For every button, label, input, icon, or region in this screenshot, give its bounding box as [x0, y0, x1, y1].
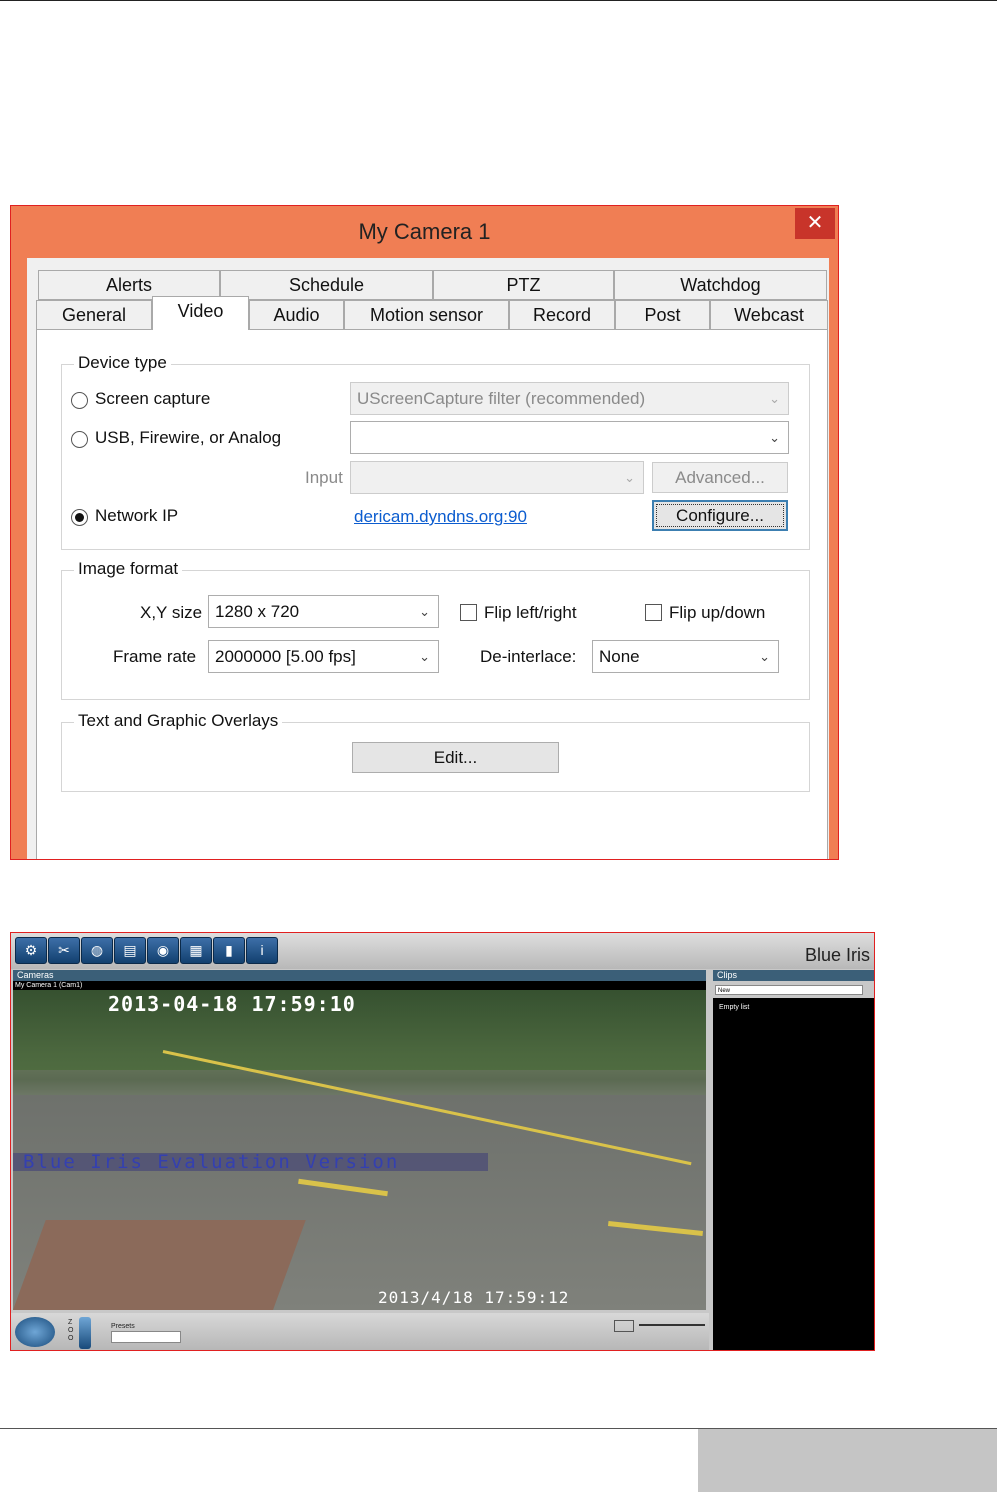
device-type-legend: Device type [74, 353, 171, 373]
tab-webcast[interactable]: Webcast [710, 300, 828, 330]
overlays-legend: Text and Graphic Overlays [74, 711, 283, 731]
chevron-down-icon: ⌄ [769, 391, 780, 406]
edit-overlays-button[interactable]: Edit... [352, 742, 559, 773]
tab-watchdog[interactable]: Watchdog [614, 270, 827, 300]
tab-post[interactable]: Post [615, 300, 710, 330]
configure-button[interactable]: Configure... [652, 500, 788, 531]
xy-size-label: X,Y size [140, 603, 203, 622]
video-tab-panel: Device type Screen capture UScreenCaptur… [36, 329, 828, 859]
traffic-light-icon[interactable]: ▮ [213, 937, 245, 964]
tab-motion-sensor[interactable]: Motion sensor [344, 300, 509, 330]
blue-iris-logo: Blue Iris [804, 945, 870, 965]
input-label: Input [305, 468, 343, 487]
close-button[interactable]: ✕ [795, 208, 835, 239]
flip-up-down-checkbox[interactable] [645, 604, 662, 621]
tab-ptz[interactable]: PTZ [433, 270, 614, 300]
clips-list[interactable]: Empty list [713, 998, 874, 1350]
network-ip-address-link[interactable]: dericam.dyndns.org:90 [354, 507, 527, 527]
screen-capture-filter-select[interactable]: UScreenCapture filter (recommended) ⌄ [350, 382, 789, 415]
network-ip-label: Network IP [95, 506, 179, 525]
ptz-control-bar: ZOO Presets [11, 1313, 709, 1350]
gear-icon[interactable]: ⚙ [15, 937, 47, 964]
globe-icon[interactable]: ◍ [81, 937, 113, 964]
main-toolbar: ⚙ ✂ ◍ ▤ ◉ ▦ ▮ i Blue Iris [11, 933, 874, 969]
input-select[interactable]: ⌄ [350, 461, 644, 494]
tab-schedule[interactable]: Schedule [220, 270, 433, 300]
tab-video[interactable]: Video [152, 296, 249, 330]
info-icon[interactable]: i [246, 937, 278, 964]
cameras-header: Cameras [13, 970, 706, 981]
tab-general[interactable]: General [36, 300, 152, 330]
tab-audio[interactable]: Audio [249, 300, 344, 330]
camera-label: My Camera 1 (Cam1) [13, 981, 706, 990]
dialog-title: My Camera 1 [358, 219, 491, 244]
chevron-down-icon: ⌄ [769, 430, 780, 445]
zoom-icon[interactable]: ZOO [68, 1319, 76, 1346]
presets-label: Presets [111, 1323, 135, 1330]
overlays-group: Text and Graphic Overlays Edit... [61, 711, 810, 792]
xy-size-select[interactable]: 1280 x 720 ⌄ [208, 595, 439, 628]
presets-select[interactable] [111, 1331, 181, 1343]
device-type-group: Device type Screen capture UScreenCaptur… [61, 353, 810, 550]
timestamp-overlay-bottom: 2013/4/18 17:59:12 [378, 1288, 570, 1307]
video-sidewalk [13, 1220, 306, 1310]
usb-firewire-analog-label: USB, Firewire, or Analog [95, 428, 282, 447]
film-icon[interactable]: ▦ [180, 937, 212, 964]
clips-header: Clips [713, 970, 874, 981]
frame-rate-label: Frame rate [113, 647, 197, 666]
image-format-group: Image format X,Y size 1280 x 720 ⌄ Flip l… [61, 559, 810, 700]
layout-grid-icon[interactable] [614, 1320, 634, 1332]
evaluation-watermark: Blue Iris Evaluation Version [13, 1153, 488, 1172]
advanced-button[interactable]: Advanced... [652, 462, 788, 493]
volume-slider[interactable] [639, 1324, 705, 1326]
footer-box [698, 1429, 997, 1492]
de-interlace-label: De-interlace: [480, 647, 577, 666]
stats-icon[interactable]: ▤ [114, 937, 146, 964]
camera-video-feed[interactable]: 2013-04-18 17:59:10 Blue Iris Evaluation… [13, 990, 706, 1310]
de-interlace-select[interactable]: None ⌄ [592, 640, 779, 673]
screen-capture-radio[interactable] [71, 392, 88, 409]
zoom-slider[interactable] [79, 1317, 91, 1349]
chevron-down-icon: ⌄ [759, 649, 770, 664]
tools-icon[interactable]: ✂ [48, 937, 80, 964]
flip-up-down-label: Flip up/down [669, 603, 766, 622]
network-ip-radio[interactable] [71, 509, 88, 526]
usb-device-select[interactable]: ⌄ [350, 421, 789, 454]
flip-left-right-label: Flip left/right [484, 603, 577, 622]
ptz-direction-icon[interactable] [15, 1317, 55, 1347]
camera-properties-dialog: My Camera 1 ✕ Alerts Schedule PTZ Watchd… [10, 205, 839, 860]
chevron-down-icon: ⌄ [624, 470, 635, 485]
clips-filter-select[interactable]: New [715, 985, 863, 995]
flip-left-right-checkbox[interactable] [460, 604, 477, 621]
frame-rate-select[interactable]: 2000000 [5.00 fps] ⌄ [208, 640, 439, 673]
tab-record[interactable]: Record [509, 300, 615, 330]
camera-icon[interactable]: ◉ [147, 937, 179, 964]
blue-iris-window: ⚙ ✂ ◍ ▤ ◉ ▦ ▮ i Blue Iris Cameras My Cam… [10, 932, 875, 1351]
image-format-legend: Image format [74, 559, 183, 579]
timestamp-overlay-top: 2013-04-18 17:59:10 [108, 992, 356, 1016]
usb-firewire-analog-radio[interactable] [71, 431, 88, 448]
page-top-rule [0, 0, 997, 1]
clips-empty-text: Empty list [719, 1004, 750, 1011]
screen-capture-label: Screen capture [95, 389, 211, 408]
chevron-down-icon: ⌄ [419, 649, 430, 664]
chevron-down-icon: ⌄ [419, 604, 430, 619]
